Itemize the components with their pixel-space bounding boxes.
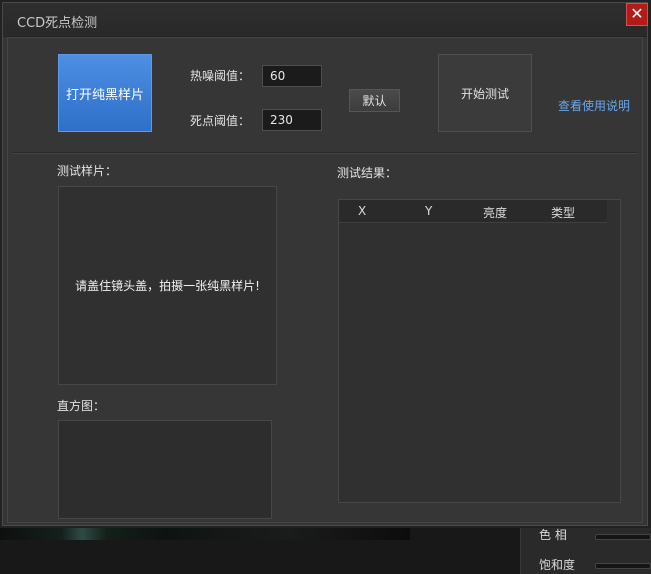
results-table[interactable]: X Y 亮度 类型 [338,199,621,503]
window-title: CCD死点检测 [17,16,98,31]
saturation-label: 饱和度 [539,558,576,572]
histogram-area [58,420,272,519]
help-link[interactable]: 查看使用说明 [558,97,630,114]
hue-slider[interactable] [595,534,651,540]
screen: 色 相 饱和度 CCD死点检测 ✕ 打开纯黑样片 热噪阈值： 60 死点阈值： … [0,0,651,574]
open-black-sample-button[interactable]: 打开纯黑样片 [58,54,152,132]
dead-pixel-threshold-label: 死点阈值： [190,114,251,128]
test-sample-preview: 请盖住镜头盖，拍摄一张纯黑样片! [58,186,277,385]
column-header-brightness[interactable]: 亮度 [483,204,507,221]
histogram-label: 直方图： [57,399,106,413]
saturation-slider[interactable] [595,563,651,569]
dialog-body: 打开纯黑样片 热噪阈值： 60 死点阈值： 230 默认 开始测试 查看使用说明… [7,37,643,523]
title-bar[interactable]: CCD死点检测 ✕ [3,3,648,37]
ccd-dead-pixel-dialog: CCD死点检测 ✕ 打开纯黑样片 热噪阈值： 60 死点阈值： 230 默认 开… [2,2,648,526]
test-results-label: 测试结果： [337,166,398,180]
start-test-button[interactable]: 开始测试 [438,54,532,132]
background-adjust-panel: 色 相 饱和度 [520,528,651,574]
dead-pixel-threshold-input[interactable]: 230 [262,109,322,131]
close-icon: ✕ [630,4,644,23]
background-photo-preview [0,528,410,540]
column-header-type[interactable]: 类型 [551,204,575,221]
hot-noise-threshold-input[interactable]: 60 [262,65,322,87]
results-table-header: X Y 亮度 类型 [339,200,607,223]
hot-noise-threshold-label: 热噪阈值： [190,69,251,83]
test-sample-label: 测试样片： [57,164,118,178]
column-header-x[interactable]: X [358,204,366,218]
sample-hint-text: 请盖住镜头盖，拍摄一张纯黑样片! [75,279,260,293]
close-button[interactable]: ✕ [626,3,648,26]
default-button[interactable]: 默认 [349,89,400,112]
hue-label: 色 相 [539,528,567,542]
column-header-y[interactable]: Y [425,204,432,218]
section-divider [12,152,638,154]
